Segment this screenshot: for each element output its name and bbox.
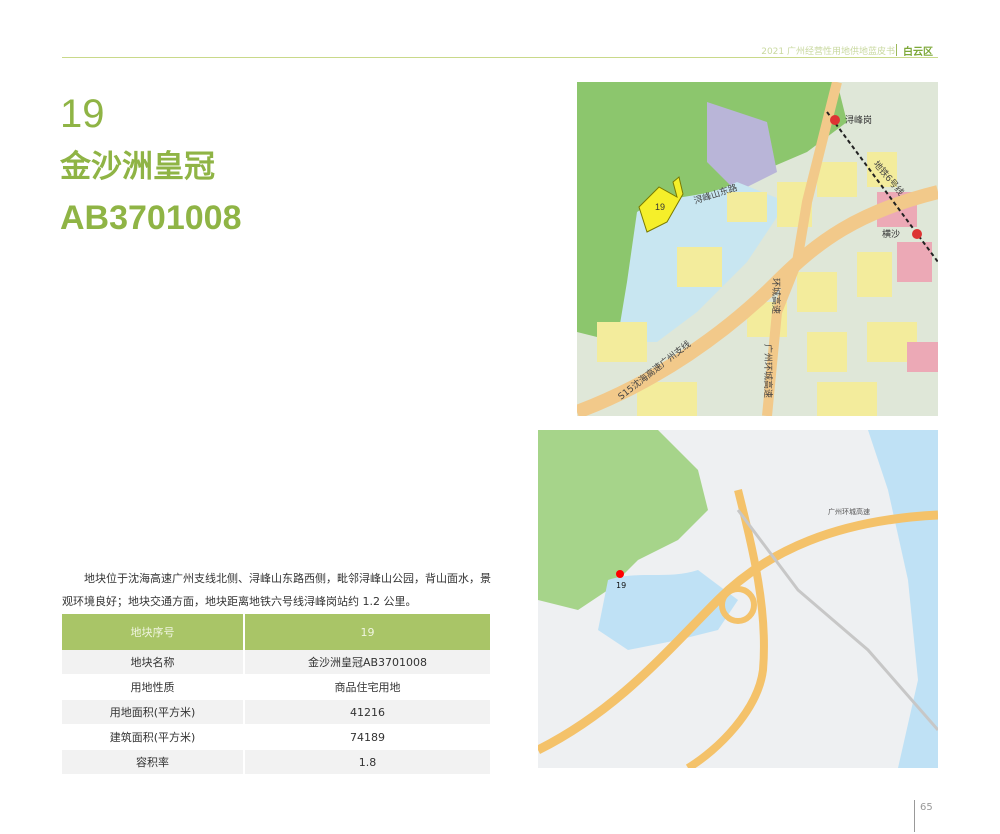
- station-label-2: 横沙: [882, 228, 900, 240]
- row-value: 商品住宅用地: [244, 674, 492, 700]
- plot-marker-label: 19: [616, 581, 626, 590]
- table-header-value: 19: [244, 614, 492, 650]
- road-label: 广州环城高速: [828, 507, 870, 516]
- header-rule: [62, 57, 938, 58]
- row-label: 用地面积(平方米): [62, 699, 245, 725]
- planning-map: 19 浔峰岗 横沙 浔峰山东路 环城高速 S15沈海高速广州支线 广州环城高速 …: [577, 82, 938, 416]
- row-value: 金沙洲皇冠AB3701008: [244, 650, 492, 675]
- table-row: 用地面积(平方米) 41216: [62, 699, 492, 725]
- location-pin-icon: [616, 570, 624, 578]
- plot-number: 19: [60, 92, 105, 136]
- plot-name: 金沙洲皇冠: [60, 149, 215, 185]
- station-marker-icon: [830, 115, 840, 125]
- plot-info-table: 地块序号 19 地块名称 金沙洲皇冠AB3701008 用地性质 商品住宅用地 …: [62, 614, 492, 775]
- row-value: 74189: [244, 724, 492, 750]
- plot-code: AB3701008: [60, 199, 242, 237]
- road-label: 广州环城高速: [762, 344, 774, 398]
- road-label: 环城高速: [770, 278, 782, 314]
- table-row: 地块名称 金沙洲皇冠AB3701008: [62, 650, 492, 675]
- table-row: 建筑面积(平方米) 74189: [62, 724, 492, 750]
- row-label: 地块名称: [62, 650, 245, 675]
- table-header-label: 地块序号: [62, 614, 245, 650]
- page-number: 65: [920, 802, 933, 813]
- table-row: 容积率 1.8: [62, 749, 492, 775]
- row-label: 容积率: [62, 749, 245, 775]
- row-label: 建筑面积(平方米): [62, 724, 245, 750]
- plot-description: 地块位于沈海高速广州支线北侧、浔峰山东路西侧，毗邻浔峰山公园，背山面水，景观环境…: [62, 572, 491, 608]
- header-separator: [896, 44, 897, 56]
- station-label-1: 浔峰岗: [845, 115, 872, 126]
- district-label: 白云区: [903, 47, 933, 58]
- row-label: 用地性质: [62, 674, 245, 700]
- row-value: 1.8: [244, 749, 492, 775]
- station-marker-icon: [912, 229, 922, 239]
- table-row: 用地性质 商品住宅用地: [62, 674, 492, 700]
- report-title: 2021 广州经营性用地供地蓝皮书: [761, 47, 895, 57]
- table-header-row: 地块序号 19: [62, 614, 492, 650]
- page-number-rule: [914, 800, 915, 832]
- plot-marker-label: 19: [655, 202, 665, 212]
- row-value: 41216: [244, 699, 492, 725]
- street-map: 广州环城高速 19: [538, 430, 938, 768]
